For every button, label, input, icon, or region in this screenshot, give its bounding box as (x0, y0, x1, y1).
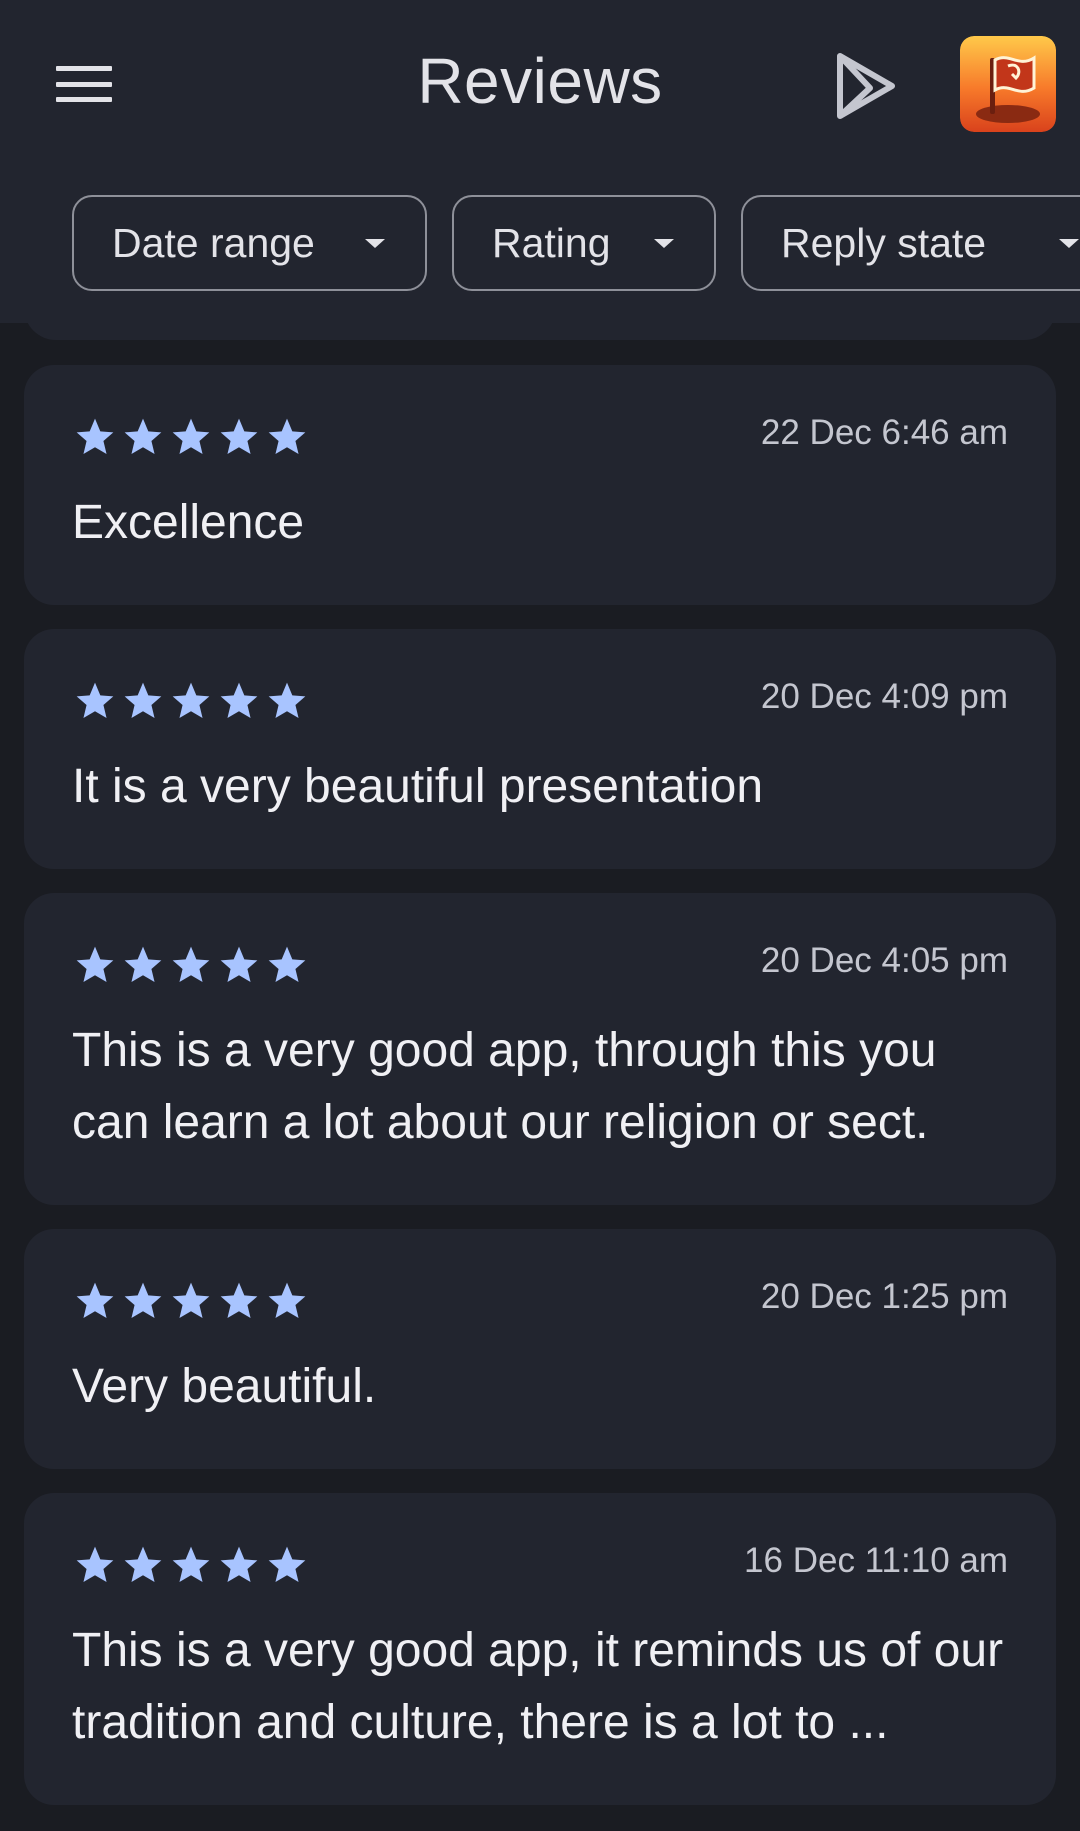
review-text: This is a very good app, it reminds us o… (72, 1624, 1004, 1749)
star-rating (72, 1279, 310, 1323)
rating-filter[interactable]: Rating (452, 195, 716, 291)
review-date: 20 Dec 4:05 pm (760, 941, 1008, 980)
filter-label: Date range (112, 219, 315, 266)
star-icon (220, 946, 258, 983)
star-rating (72, 943, 310, 987)
star-icon (268, 946, 306, 983)
star-icon (124, 418, 162, 455)
star-icon (268, 418, 306, 455)
menu-line (56, 66, 112, 71)
hamburger-menu-icon[interactable] (52, 58, 116, 110)
review-card[interactable]: 16 Dec 11:10 am This is a very good app,… (24, 1493, 1056, 1805)
dropdown-caret-icon (654, 239, 674, 248)
star-icon (172, 418, 210, 455)
review-card[interactable]: 20 Dec 4:09 pm It is a very beautiful pr… (24, 629, 1056, 869)
review-text: This is a very good app, through this yo… (72, 1024, 937, 1149)
review-text: Excellence (72, 496, 305, 549)
star-icon (172, 1282, 210, 1319)
star-icon (124, 946, 162, 983)
star-icon (124, 1546, 162, 1583)
review-text: Very beautiful. (72, 1360, 377, 1413)
date-range-filter[interactable]: Date range (72, 195, 427, 291)
star-icon (76, 682, 114, 719)
star-icon (76, 418, 114, 455)
star-icon (172, 682, 210, 719)
star-icon (76, 1282, 114, 1319)
star-icon (268, 1282, 306, 1319)
review-card[interactable]: 20 Dec 4:05 pm This is a very good app, … (24, 893, 1056, 1205)
star-icon (220, 1546, 258, 1583)
star-icon (124, 1282, 162, 1319)
filter-label: Rating (492, 219, 611, 266)
review-date: 16 Dec 11:10 am (744, 1541, 1008, 1580)
dropdown-caret-icon (365, 239, 385, 248)
filter-label: Reply state (781, 219, 987, 266)
review-card[interactable]: 20 Dec 1:25 pm Very beautiful. (24, 1229, 1056, 1469)
star-icon (268, 1546, 306, 1583)
star-icon (220, 418, 258, 455)
review-text: It is a very beautiful presentation (72, 760, 764, 813)
star-rating (72, 415, 310, 459)
star-icon (220, 682, 258, 719)
review-card[interactable]: 22 Dec 6:46 am Excellence (24, 365, 1056, 605)
menu-line (56, 97, 112, 102)
star-icon (172, 1546, 210, 1583)
star-rating (72, 679, 310, 723)
star-icon (76, 1546, 114, 1583)
dropdown-caret-icon (1059, 239, 1079, 248)
star-icon (76, 946, 114, 983)
menu-line (56, 81, 112, 87)
review-date: 22 Dec 6:46 am (760, 413, 1008, 452)
star-icon (220, 1282, 258, 1319)
app-flag-icon[interactable] (960, 36, 1056, 132)
page-title: Reviews (417, 45, 663, 117)
filter-chips: Date range Rating Reply state (0, 195, 1080, 297)
review-date: 20 Dec 1:25 pm (760, 1277, 1008, 1316)
google-play-icon[interactable] (830, 48, 902, 124)
star-icon (172, 946, 210, 983)
star-icon (124, 682, 162, 719)
top-app-bar: Reviews Date range Rating Reply state (0, 0, 1080, 323)
reply-state-filter[interactable]: Reply state (741, 195, 1080, 291)
review-date: 20 Dec 4:09 pm (760, 677, 1008, 716)
star-icon (268, 682, 306, 719)
star-rating (72, 1543, 310, 1587)
